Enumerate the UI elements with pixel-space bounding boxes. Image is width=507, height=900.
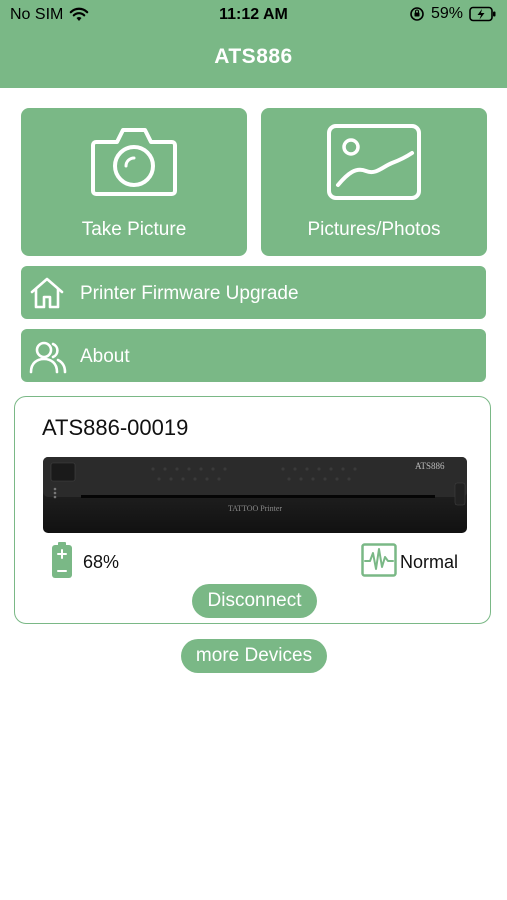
firmware-upgrade-button[interactable]: Printer Firmware Upgrade — [21, 266, 486, 319]
camera-icon — [91, 128, 177, 196]
device-battery-percent: 68% — [83, 552, 120, 572]
status-right: 59% — [409, 5, 497, 23]
more-devices-button[interactable]: more Devices — [181, 639, 327, 673]
pictures-photos-button[interactable]: Pictures/Photos — [261, 108, 487, 256]
printer-brand-text: ATS886 — [415, 461, 445, 471]
take-picture-button[interactable]: Take Picture — [21, 108, 247, 256]
page-title: ATS886 — [214, 45, 293, 68]
home-icon — [30, 277, 64, 309]
users-icon — [29, 341, 67, 374]
take-picture-label: Take Picture — [81, 219, 187, 240]
battery-charging-icon — [469, 6, 496, 22]
about-label: About — [80, 346, 130, 367]
about-button[interactable]: About — [21, 329, 486, 382]
status-bar: No SIM 11:12 AM 59% — [0, 0, 507, 30]
battery-percent: 59% — [430, 5, 463, 22]
printer-model-text: TATTOO Printer — [228, 504, 282, 513]
heartbeat-icon — [361, 543, 397, 577]
top-app-bar: No SIM 11:12 AM 59% ATS886 — [0, 0, 507, 88]
disconnect-button[interactable]: Disconnect — [192, 584, 317, 618]
battery-icon — [52, 542, 72, 578]
orientation-lock-icon — [410, 7, 424, 21]
pictures-photos-label: Pictures/Photos — [307, 219, 441, 240]
firmware-upgrade-label: Printer Firmware Upgrade — [80, 283, 299, 304]
printer-image: ATS886 TATTOO Printer — [43, 457, 467, 533]
device-status: Normal — [400, 552, 459, 572]
image-icon — [327, 124, 421, 200]
device-card: ATS886-00019 ATS886 TATTOO Printer 68% N… — [14, 396, 491, 624]
device-name: ATS886-00019 — [42, 415, 189, 440]
